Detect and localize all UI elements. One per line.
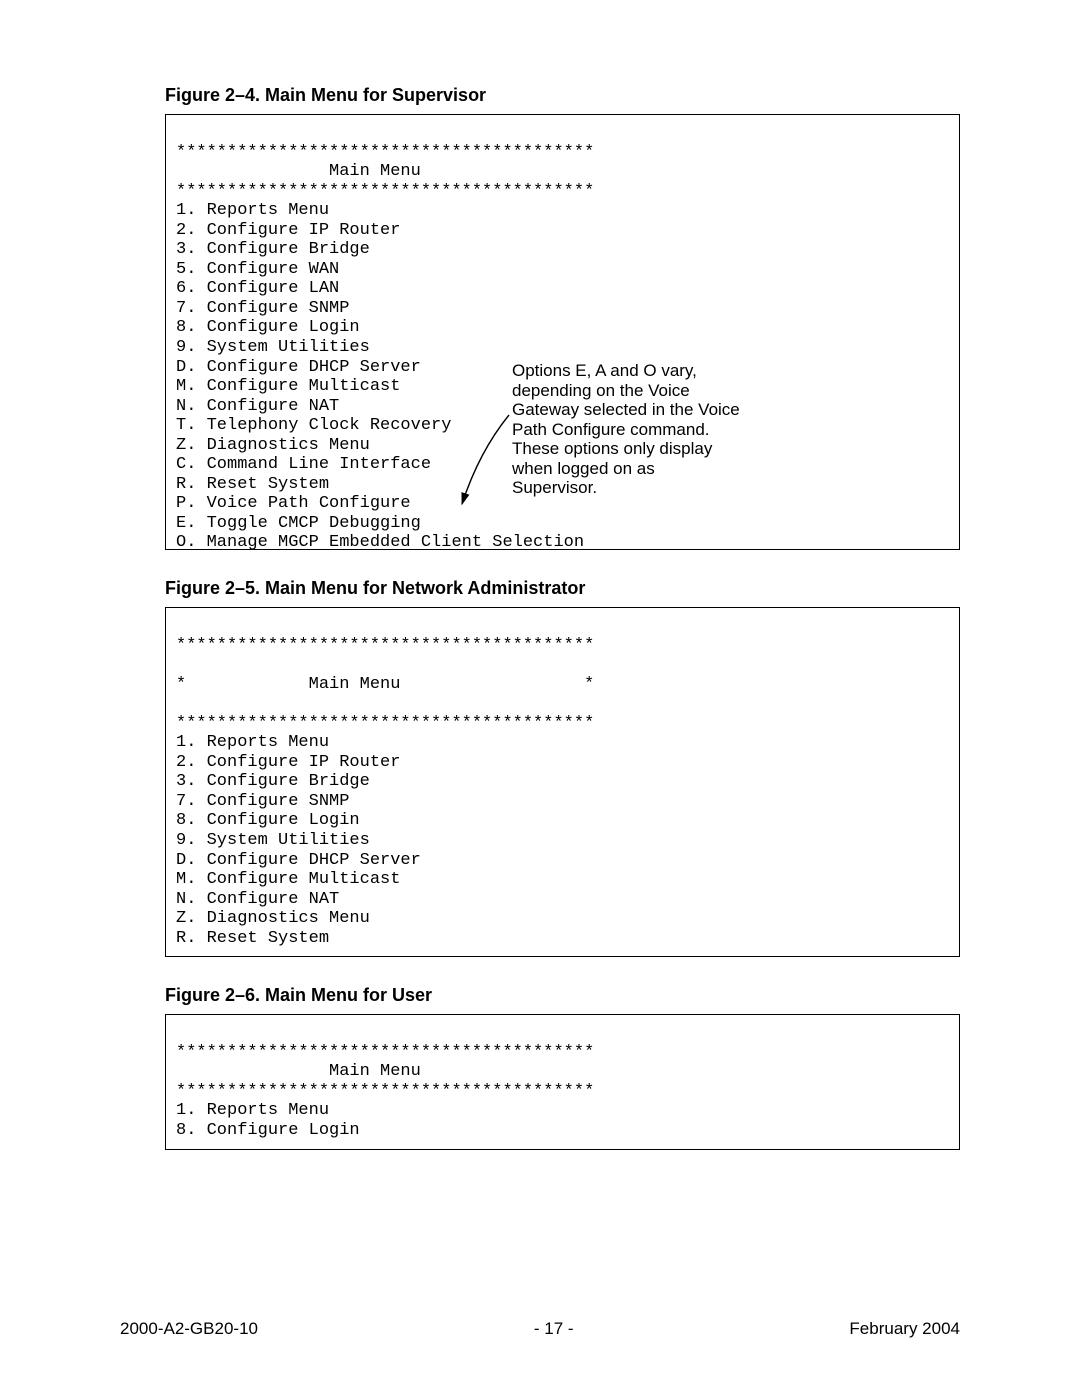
menu-item: 8. Configure Login [176,318,360,337]
menu-item: O. Manage MGCP Embedded Client Selection [176,533,584,552]
figure-2-4-caption: Figure 2–4. Main Menu for Supervisor [120,85,960,106]
menu-item: 5. Configure WAN [176,260,339,279]
menu-item: M. Configure Multicast [176,377,400,396]
menu-item: N. Configure NAT [176,397,339,416]
menu-item: 7. Configure SNMP [176,299,349,318]
page-footer: 2000-A2-GB20-10 - 17 - February 2004 [120,1319,960,1339]
figure-2-6-box: ****************************************… [165,1014,960,1149]
menu-item: M. Configure Multicast [176,870,400,889]
menu-item: 3. Configure Bridge [176,240,370,259]
menu-item: T. Telephony Clock Recovery [176,416,451,435]
star-line: ****************************************… [176,636,594,655]
menu-item: 7. Configure SNMP [176,792,349,811]
menu-title: * Main Menu * [176,675,594,694]
figure-2-4-box: ****************************************… [165,114,960,550]
annotation-arrow-icon [454,412,514,512]
star-line: ****************************************… [176,143,594,162]
menu-item: C. Command Line Interface [176,455,431,474]
menu-item: E. Toggle CMCP Debugging [176,514,421,533]
figure-2-5-box: ****************************************… [165,607,960,957]
footer-page-number: - 17 - [534,1319,574,1339]
menu-item: 2. Configure IP Router [176,221,400,240]
menu-item: R. Reset System [176,929,329,948]
menu-item: R. Reset System [176,475,329,494]
star-line: ****************************************… [176,714,594,733]
menu-item: P. Voice Path Configure [176,494,411,513]
menu-item: 9. System Utilities [176,338,370,357]
star-line: ****************************************… [176,182,594,201]
menu-title: Main Menu [176,162,421,181]
menu-item: N. Configure NAT [176,890,339,909]
menu-item: 6. Configure LAN [176,279,339,298]
menu-item: Z. Diagnostics Menu [176,909,370,928]
star-line: ****************************************… [176,1043,594,1062]
menu-item: D. Configure DHCP Server [176,358,421,377]
menu-item: 1. Reports Menu [176,201,329,220]
menu-item: Z. Diagnostics Menu [176,436,370,455]
figure-2-6-caption: Figure 2–6. Main Menu for User [120,985,960,1006]
footer-doc-id: 2000-A2-GB20-10 [120,1319,258,1339]
menu-item: 9. System Utilities [176,831,370,850]
menu-title: Main Menu [176,1062,421,1081]
star-line: ****************************************… [176,1082,594,1101]
annotation-text: Options E, A and O vary, depending on th… [512,361,742,498]
menu-item: 3. Configure Bridge [176,772,370,791]
figure-2-5-caption: Figure 2–5. Main Menu for Network Admini… [120,578,960,599]
page: Figure 2–4. Main Menu for Supervisor ***… [0,0,1080,1397]
menu-item: 8. Configure Login [176,1121,360,1140]
menu-item: D. Configure DHCP Server [176,851,421,870]
menu-item: 1. Reports Menu [176,733,329,752]
footer-date: February 2004 [849,1319,960,1339]
menu-item: 8. Configure Login [176,811,360,830]
menu-item: 1. Reports Menu [176,1101,329,1120]
menu-item: 2. Configure IP Router [176,753,400,772]
